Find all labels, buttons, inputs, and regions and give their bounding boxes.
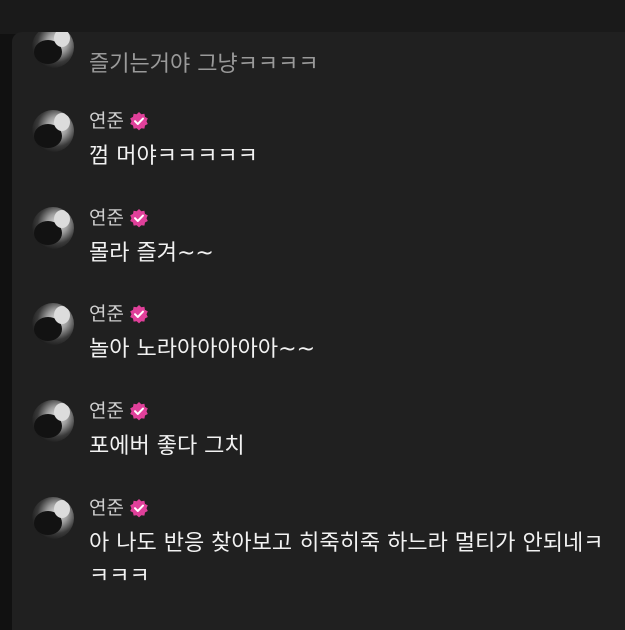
sender-row: 연준: [89, 301, 149, 327]
avatar[interactable]: [32, 497, 74, 539]
message-text: 즐기는거야 그냥ㅋㅋㅋㅋ: [89, 52, 319, 77]
message-text: 놀아 노라아아아아아~~: [89, 337, 316, 362]
avatar[interactable]: [32, 110, 74, 152]
top-strip: [0, 0, 625, 34]
avatar[interactable]: [32, 32, 74, 68]
message-text: 아 나도 반응 찾아보고 히죽히죽 하느라 멀티가 안되네ㅋㅋㅋㅋ: [89, 531, 604, 589]
verified-badge-icon: [129, 401, 149, 421]
message-text: 껌 머야ㅋㅋㅋㅋㅋ: [89, 144, 258, 169]
message-text: 몰라 즐겨~~: [89, 241, 214, 266]
sender-name[interactable]: 연준: [89, 495, 124, 521]
verified-badge-icon: [129, 498, 149, 518]
sender-name[interactable]: 연준: [89, 205, 124, 231]
avatar[interactable]: [32, 303, 74, 345]
avatar[interactable]: [32, 400, 74, 442]
sender-row: 연준: [89, 205, 149, 231]
sender-name[interactable]: 연준: [89, 398, 124, 424]
message-text: 포에버 좋다 그치: [89, 434, 245, 459]
sender-row: 연준: [89, 495, 149, 521]
sender-name[interactable]: 연준: [89, 301, 124, 327]
avatar[interactable]: [32, 207, 74, 249]
verified-badge-icon: [129, 111, 149, 131]
chat-panel[interactable]: 즐기는거야 그냥ㅋㅋㅋㅋ 연준 껌 머야ㅋㅋㅋㅋㅋ 연준 몰라 즐겨~~ 연준 …: [12, 32, 625, 630]
verified-badge-icon: [129, 304, 149, 324]
verified-badge-icon: [129, 208, 149, 228]
sender-row: 연준: [89, 398, 149, 424]
sender-row: 연준: [89, 108, 149, 134]
sender-name[interactable]: 연준: [89, 108, 124, 134]
